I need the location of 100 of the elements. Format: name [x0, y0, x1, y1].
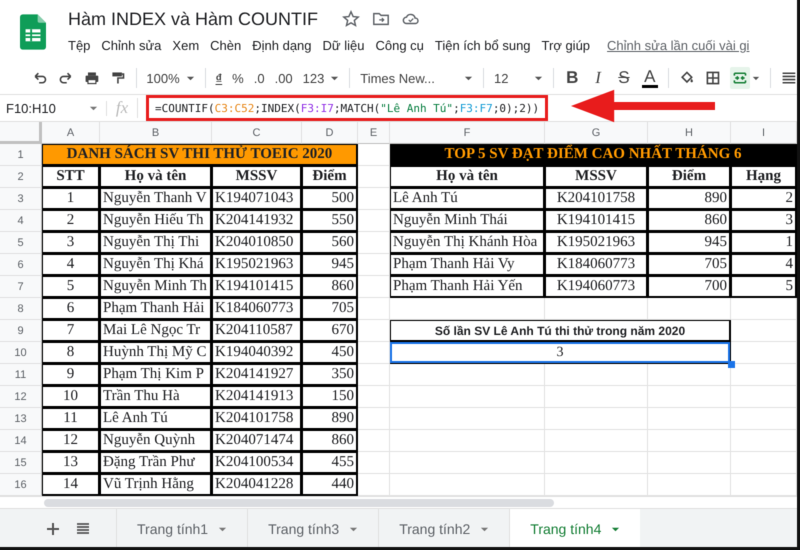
- row-header[interactable]: 11: [0, 364, 42, 386]
- menu-item[interactable]: Tệp: [68, 38, 90, 53]
- row-header[interactable]: 14: [0, 430, 42, 452]
- font-dropdown[interactable]: Times New...: [360, 70, 474, 86]
- column-header[interactable]: A: [42, 122, 100, 144]
- sheet-tab[interactable]: Trang tính4: [509, 509, 640, 547]
- column-header[interactable]: H: [648, 122, 731, 144]
- table-cell: 890: [648, 188, 731, 210]
- caret-icon[interactable]: [480, 524, 490, 534]
- table-cell: K204141913: [212, 386, 302, 408]
- merge-cells-icon[interactable]: [730, 67, 750, 89]
- row-header[interactable]: 13: [0, 408, 42, 430]
- table-cell: 3: [42, 232, 100, 254]
- menu-item[interactable]: Chèn: [210, 38, 242, 53]
- table-cell: K204101758: [212, 408, 302, 430]
- borders-icon[interactable]: [704, 69, 720, 87]
- empty-cell: [358, 364, 390, 386]
- empty-cell: [731, 452, 797, 474]
- table-cell: Số lần SV Lê Anh Tú thi thử trong năm 2020: [390, 320, 731, 342]
- italic-button[interactable]: I: [590, 68, 606, 88]
- decrease-decimal-button[interactable]: .0: [254, 70, 265, 86]
- table-cell: 550: [302, 210, 358, 232]
- sheet-tab[interactable]: Trang tính1: [116, 509, 248, 547]
- table-cell: 2: [42, 210, 100, 232]
- row-header[interactable]: 16: [0, 474, 42, 496]
- text-color-button[interactable]: A: [642, 68, 658, 88]
- row-header[interactable]: 12: [0, 386, 42, 408]
- table-cell: Phạm Thanh Hải Vy: [390, 254, 545, 276]
- column-header[interactable]: E: [358, 122, 390, 144]
- table-cell: 150: [302, 386, 358, 408]
- menu-item[interactable]: Trợ giúp: [542, 38, 590, 53]
- number-format-dropdown[interactable]: 123: [302, 70, 340, 86]
- add-sheet-icon[interactable]: [46, 522, 60, 536]
- sheets-logo-icon[interactable]: [20, 14, 46, 50]
- column-header[interactable]: G: [545, 122, 648, 144]
- table-cell: 890: [302, 408, 358, 430]
- caret-icon: [186, 74, 195, 82]
- menu-item[interactable]: Tiện ích bổ sung: [434, 38, 531, 53]
- row-header[interactable]: 9: [0, 320, 42, 342]
- table-cell: Phạm Thanh Hải Yến: [390, 276, 545, 298]
- column-header[interactable]: D: [302, 122, 358, 144]
- caret-icon: [464, 74, 474, 82]
- caret-icon[interactable]: [611, 524, 620, 534]
- table-cell: 945: [648, 232, 731, 254]
- row-header[interactable]: 5: [0, 232, 42, 254]
- font-size-dropdown[interactable]: 12: [494, 70, 544, 86]
- empty-cell: [358, 430, 390, 452]
- menu-item[interactable]: Xem: [172, 38, 200, 53]
- sheet-tab[interactable]: Trang tính3: [247, 509, 378, 547]
- sheet-list-icon[interactable]: [76, 522, 90, 536]
- table-cell: 5: [731, 276, 797, 298]
- selection-handle[interactable]: [728, 361, 735, 368]
- table-cell: 1: [731, 232, 797, 254]
- row-header[interactable]: 10: [0, 342, 42, 364]
- caret-icon: [89, 104, 98, 112]
- row-header[interactable]: 3: [0, 188, 42, 210]
- row-header[interactable]: 4: [0, 210, 42, 232]
- menu-item[interactable]: Dữ liệu: [322, 38, 364, 53]
- column-header[interactable]: C: [212, 122, 302, 144]
- caret-icon[interactable]: [218, 524, 228, 534]
- menu-item[interactable]: Công cụ: [375, 38, 424, 53]
- table-cell: Đặng Trần Phư: [100, 452, 212, 474]
- star-icon[interactable]: [342, 10, 360, 28]
- column-header-cell: Hạng: [731, 166, 797, 188]
- function-label: fx: [107, 98, 138, 118]
- formula-input[interactable]: =COUNTIF(C3:C52;INDEX(F3:I7;MATCH("Lê Anh Tú";F3:F7;0);2)): [155, 102, 540, 114]
- row-header[interactable]: 6: [0, 254, 42, 276]
- table-cell: Trần Thu Hà: [100, 386, 212, 408]
- menu-item[interactable]: Định dạng: [252, 38, 312, 53]
- table-cell: K204141927: [212, 364, 302, 386]
- folder-icon[interactable]: [372, 10, 390, 28]
- empty-cell: [358, 298, 390, 320]
- menu-item[interactable]: Chỉnh sửa: [101, 38, 162, 53]
- scrollbar-thumb[interactable]: [44, 499, 554, 507]
- column-header[interactable]: I: [731, 122, 797, 144]
- empty-cell: [358, 254, 390, 276]
- name-box[interactable]: F10:H10: [0, 100, 107, 116]
- table-cell: 7: [42, 320, 100, 342]
- strikethrough-button[interactable]: S: [616, 68, 632, 88]
- table-cell: Mai Lê Ngọc Tr: [100, 320, 212, 342]
- zoom-dropdown[interactable]: 100%: [146, 70, 195, 86]
- table-cell: K204101758: [545, 188, 648, 210]
- currency-button[interactable]: ₫: [216, 70, 222, 86]
- row-header[interactable]: 7: [0, 276, 42, 298]
- document-title[interactable]: Hàm INDEX và Hàm COUNTIF: [68, 8, 318, 30]
- row-header[interactable]: 2: [0, 166, 42, 188]
- table-cell: Lê Anh Tú: [390, 188, 545, 210]
- percent-button[interactable]: %: [232, 70, 244, 86]
- last-edit-link[interactable]: Chỉnh sửa lần cuối vài gi: [607, 38, 750, 53]
- table-cell: 860: [302, 430, 358, 452]
- increase-decimal-button[interactable]: .00: [274, 70, 293, 86]
- row-header[interactable]: 1: [0, 144, 42, 166]
- row-header[interactable]: 15: [0, 452, 42, 474]
- column-header[interactable]: B: [100, 122, 212, 144]
- caret-icon[interactable]: [349, 524, 358, 534]
- column-header[interactable]: F: [390, 122, 545, 144]
- table-cell: 12: [42, 430, 100, 452]
- column-header-cell: STT: [42, 166, 100, 188]
- row-header[interactable]: 8: [0, 298, 42, 320]
- bold-button[interactable]: B: [564, 68, 580, 88]
